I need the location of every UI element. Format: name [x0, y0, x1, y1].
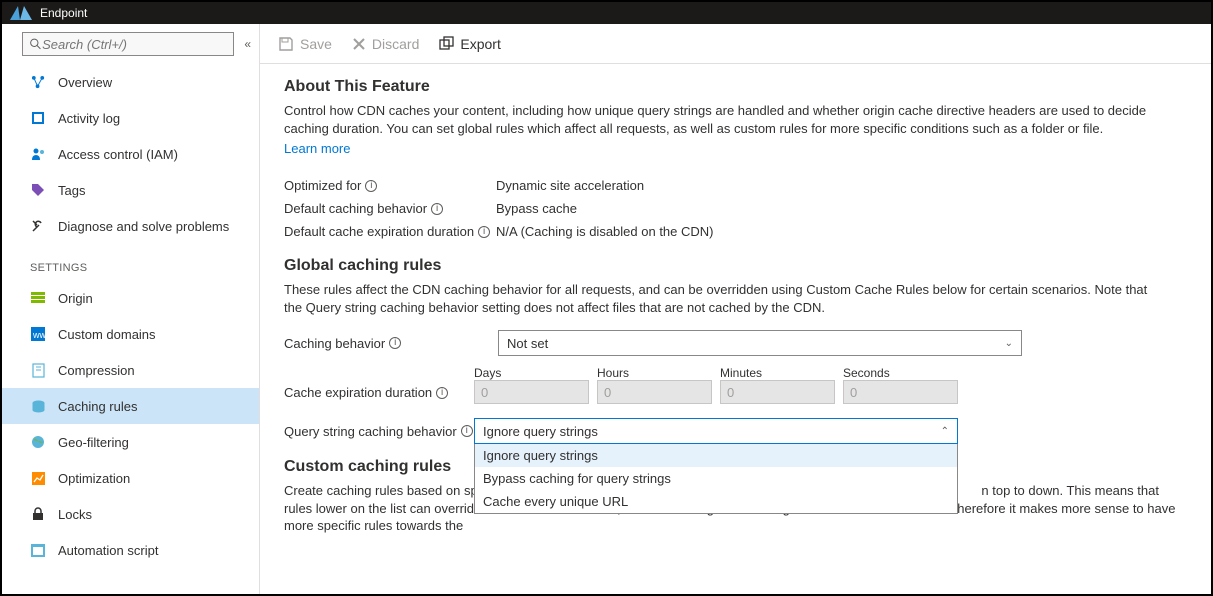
- info-icon[interactable]: i: [461, 425, 473, 437]
- sidebar: « Overview Activity log Access control (…: [2, 24, 260, 594]
- optimized-for-label: Optimized fori: [284, 178, 496, 193]
- discard-icon: [352, 37, 366, 51]
- chevron-down-icon: ⌄: [1005, 338, 1013, 349]
- azure-logo-icon: [10, 6, 32, 20]
- settings-section-header: SETTINGS: [2, 244, 259, 280]
- nav-overview[interactable]: Overview: [2, 64, 259, 100]
- nav-access-control[interactable]: Access control (IAM): [2, 136, 259, 172]
- nav-compression[interactable]: Compression: [2, 352, 259, 388]
- lock-icon: [30, 506, 46, 522]
- discard-button[interactable]: Discard: [352, 36, 419, 52]
- default-expiration-label: Default cache expiration durationi: [284, 224, 496, 239]
- nav-tags[interactable]: Tags: [2, 172, 259, 208]
- svg-text:ww: ww: [32, 330, 45, 340]
- about-desc: Control how CDN caches your content, inc…: [284, 102, 1164, 137]
- main-content: Save Discard Export About This Feature C…: [260, 24, 1211, 594]
- days-input: [474, 380, 589, 404]
- nav-automation-script[interactable]: Automation script: [2, 532, 259, 568]
- nav-list: Overview Activity log Access control (IA…: [2, 64, 259, 244]
- info-icon[interactable]: i: [436, 387, 448, 399]
- nav-label: Optimization: [58, 471, 130, 486]
- caching-behavior-select[interactable]: Not set ⌄: [498, 330, 1022, 356]
- query-string-label: Query string caching behaviori: [284, 424, 474, 439]
- nav-label: Activity log: [58, 111, 120, 126]
- caching-behavior-label: Caching behaviori: [284, 336, 474, 351]
- collapse-sidebar-button[interactable]: «: [244, 37, 251, 51]
- topbar: Endpoint: [2, 2, 1211, 24]
- nav-custom-domains[interactable]: ww Custom domains: [2, 316, 259, 352]
- query-string-dropdown: Ignore query strings Bypass caching for …: [474, 444, 958, 514]
- optimized-for-value: Dynamic site acceleration: [496, 178, 644, 193]
- optimization-icon: [30, 470, 46, 486]
- nav-label: Geo-filtering: [58, 435, 129, 450]
- export-button[interactable]: Export: [439, 36, 500, 52]
- nav-geo-filtering[interactable]: Geo-filtering: [2, 424, 259, 460]
- domain-icon: ww: [30, 326, 46, 342]
- info-icon[interactable]: i: [365, 180, 377, 192]
- nav-origin[interactable]: Origin: [2, 280, 259, 316]
- info-icon[interactable]: i: [431, 203, 443, 215]
- days-header: Days: [474, 366, 589, 380]
- query-option-bypass[interactable]: Bypass caching for query strings: [475, 467, 957, 490]
- save-icon: [278, 36, 294, 52]
- about-title: About This Feature: [284, 78, 1187, 96]
- nav-label: Compression: [58, 363, 135, 378]
- hours-header: Hours: [597, 366, 712, 380]
- nav-label: Automation script: [58, 543, 158, 558]
- nav-list-settings: Origin ww Custom domains Compression Cach…: [2, 280, 259, 568]
- tag-icon: [30, 182, 46, 198]
- query-string-select[interactable]: Ignore query strings ⌃ Ignore query stri…: [474, 418, 958, 444]
- cache-expiration-label: Cache expiration durationi: [284, 385, 474, 404]
- export-icon: [439, 36, 454, 51]
- minutes-header: Minutes: [720, 366, 835, 380]
- breadcrumb-title: Endpoint: [40, 6, 87, 20]
- globe-icon: [30, 434, 46, 450]
- default-behavior-label: Default caching behaviori: [284, 201, 496, 216]
- script-icon: [30, 542, 46, 558]
- nav-label: Diagnose and solve problems: [58, 219, 229, 234]
- log-icon: [30, 110, 46, 126]
- people-icon: [30, 146, 46, 162]
- chevron-up-icon: ⌃: [941, 426, 949, 437]
- overview-icon: [30, 74, 46, 90]
- nav-label: Access control (IAM): [58, 147, 178, 162]
- nav-diagnose[interactable]: Diagnose and solve problems: [2, 208, 259, 244]
- nav-activity-log[interactable]: Activity log: [2, 100, 259, 136]
- query-option-unique[interactable]: Cache every unique URL: [475, 490, 957, 513]
- info-icon[interactable]: i: [389, 337, 401, 349]
- nav-optimization[interactable]: Optimization: [2, 460, 259, 496]
- save-button[interactable]: Save: [278, 36, 332, 52]
- minutes-input: [720, 380, 835, 404]
- nav-locks[interactable]: Locks: [2, 496, 259, 532]
- nav-label: Custom domains: [58, 327, 156, 342]
- search-input-wrapper[interactable]: [22, 32, 234, 56]
- wrench-icon: [30, 218, 46, 234]
- seconds-header: Seconds: [843, 366, 958, 380]
- info-icon[interactable]: i: [478, 226, 490, 238]
- hours-input: [597, 380, 712, 404]
- learn-more-link[interactable]: Learn more: [284, 141, 350, 156]
- compression-icon: [30, 362, 46, 378]
- default-behavior-value: Bypass cache: [496, 201, 577, 216]
- nav-label: Tags: [58, 183, 85, 198]
- global-rules-title: Global caching rules: [284, 257, 1187, 275]
- global-rules-desc: These rules affect the CDN caching behav…: [284, 281, 1164, 316]
- origin-icon: [30, 290, 46, 306]
- nav-label: Origin: [58, 291, 93, 306]
- search-input[interactable]: [42, 37, 227, 52]
- nav-caching-rules[interactable]: Caching rules: [2, 388, 259, 424]
- default-expiration-value: N/A (Caching is disabled on the CDN): [496, 224, 714, 239]
- nav-label: Overview: [58, 75, 112, 90]
- toolbar: Save Discard Export: [260, 24, 1211, 64]
- search-icon: [29, 37, 42, 51]
- caching-icon: [30, 398, 46, 414]
- nav-label: Locks: [58, 507, 92, 522]
- seconds-input: [843, 380, 958, 404]
- nav-label: Caching rules: [58, 399, 138, 414]
- query-option-ignore[interactable]: Ignore query strings: [475, 444, 957, 467]
